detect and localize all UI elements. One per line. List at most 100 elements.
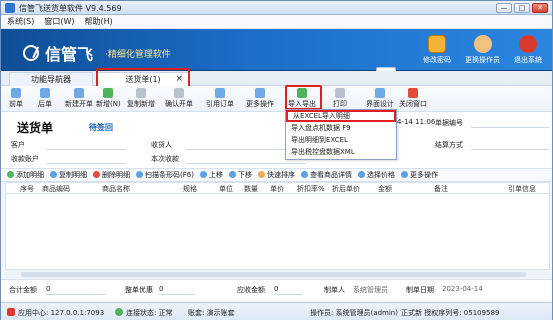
add-new-button[interactable]: 新增(N) bbox=[96, 88, 121, 109]
maker-label: 制单人 bbox=[324, 286, 345, 294]
import-export-highlight bbox=[285, 85, 322, 110]
col-product-code: 商品编码 bbox=[42, 185, 70, 193]
license-status: 正式新 授权序列号: 05109589 bbox=[401, 309, 500, 317]
discount-field[interactable] bbox=[159, 294, 195, 295]
more-detail-actions-button[interactable]: 更多操作 bbox=[400, 170, 438, 180]
maker-value: 系统管理员 bbox=[353, 286, 388, 294]
doc-status: 待签回 bbox=[89, 123, 113, 132]
this-payment-field[interactable] bbox=[186, 163, 306, 164]
order-form: 送货单 待签回 客户 收货人 收款账户 本次收款 结算方式 单据编号 4-14 … bbox=[1, 112, 552, 169]
price-icon bbox=[357, 171, 365, 178]
confirm-icon bbox=[174, 88, 184, 98]
total-field[interactable] bbox=[46, 294, 106, 295]
change-operator-button[interactable]: 更换操作员 bbox=[465, 35, 500, 65]
quick-sort-button[interactable]: 快速排序 bbox=[257, 170, 295, 180]
customer-label: 客户 bbox=[11, 141, 25, 149]
tab-highlight bbox=[96, 68, 190, 88]
customer-field[interactable] bbox=[46, 149, 126, 150]
exit-system-button[interactable]: 退出系统 bbox=[514, 35, 542, 65]
delete-detail-button[interactable]: 删除明细 bbox=[93, 170, 130, 180]
dropdown-item-export-excel[interactable]: 导出明细到EXCEL bbox=[286, 134, 396, 146]
banner-actions: 修改密码 更换操作员 退出系统 bbox=[423, 35, 542, 65]
change-password-button[interactable]: 修改密码 bbox=[423, 35, 451, 65]
exit-icon bbox=[519, 35, 537, 53]
menu-help[interactable]: 帮助(H) bbox=[84, 16, 112, 27]
doc-date-value: 4-14 11:06 bbox=[397, 118, 436, 126]
arrow-left-icon bbox=[11, 88, 21, 98]
dropdown-item-import-excel[interactable]: 从EXCEL导入明细 bbox=[286, 110, 396, 122]
tab-strip: 功能导航器 送货单(1) × bbox=[1, 71, 552, 86]
minimize-button[interactable]: — bbox=[496, 3, 512, 13]
discount-value: 0 bbox=[159, 285, 164, 293]
close-button[interactable]: ✕ bbox=[532, 3, 548, 13]
add-icon bbox=[103, 88, 114, 98]
more-actions-button[interactable]: 更多操作 bbox=[246, 88, 274, 109]
copy-new-button[interactable]: 复制新增 bbox=[127, 88, 155, 109]
close-window-button[interactable]: 关闭窗口 bbox=[399, 88, 427, 109]
due-label: 应收金额 bbox=[237, 286, 265, 294]
summary-footer: 合计金额 0 整单优惠 0 应收金额 0 制单人 系统管理员 制单日期 2023… bbox=[1, 279, 552, 301]
app-icon bbox=[5, 3, 15, 13]
more-icon bbox=[400, 171, 408, 178]
window-title: 信管飞送货单软件 V9.4.569 bbox=[19, 4, 122, 13]
arrow-up-icon bbox=[199, 171, 207, 178]
confirm-bill-button[interactable]: 确认开单 bbox=[165, 88, 193, 109]
collect-account-field[interactable] bbox=[46, 163, 126, 164]
prev-doc-button[interactable]: 前单 bbox=[9, 88, 23, 109]
dropdown-item-export-xml[interactable]: 导出税控盘数据XML bbox=[286, 146, 396, 158]
col-discounted-price: 折后单价 bbox=[332, 185, 360, 193]
doc-no-label: 单据编号 bbox=[435, 119, 463, 127]
title-bar: 信管飞送货单软件 V9.4.569 — □ ✕ bbox=[1, 1, 552, 15]
connection-status: 连接状态: 正常 bbox=[115, 308, 173, 318]
app-center-status: 应用中心: 127.0.0.1:7093 bbox=[7, 308, 104, 318]
horizontal-scrollbar[interactable] bbox=[5, 269, 550, 278]
brand-logo: 信管飞 ·精细化管理软件 bbox=[23, 41, 171, 65]
settlement-field[interactable] bbox=[471, 149, 549, 150]
grid-header: 序号 商品编码 商品名称 规格 单位 数量 单价 折扣率% 折后单价 金额 备注… bbox=[6, 183, 549, 194]
doc-no-field[interactable] bbox=[471, 127, 549, 128]
exit-system-label: 退出系统 bbox=[514, 56, 542, 64]
window-controls: — □ ✕ bbox=[496, 3, 548, 13]
collect-account-label: 收款账户 bbox=[11, 155, 39, 163]
print-button[interactable]: 打印 bbox=[333, 88, 347, 109]
view-icon bbox=[300, 171, 308, 178]
reference-order-button[interactable]: 引用订单 bbox=[206, 88, 234, 109]
main-toolbar: 前单 后单 新建开单 新增(N) 复制新增 确认开单 引用订单 更多操作 导入导… bbox=[1, 86, 552, 112]
scrollbar-thumb[interactable] bbox=[21, 272, 526, 277]
lock-icon bbox=[428, 35, 446, 53]
menu-system[interactable]: 系统(S) bbox=[7, 16, 34, 27]
col-amount: 金额 bbox=[378, 185, 392, 193]
tab-function-navigator[interactable]: 功能导航器 bbox=[9, 72, 93, 86]
layout-design-button[interactable]: 界面设计 bbox=[366, 88, 394, 109]
due-field[interactable] bbox=[274, 294, 302, 295]
brand-tagline: ·精细化管理软件 bbox=[105, 49, 171, 60]
total-label: 合计金额 bbox=[9, 286, 37, 294]
operator-status: 操作员: 系统管理员(admin) bbox=[310, 309, 398, 317]
select-price-button[interactable]: 选择价格 bbox=[357, 170, 395, 180]
add-icon bbox=[7, 171, 14, 178]
menu-window[interactable]: 窗口(W) bbox=[44, 16, 74, 27]
col-spec: 规格 bbox=[183, 185, 197, 193]
layout-icon bbox=[375, 88, 385, 98]
arrow-right-icon bbox=[40, 88, 50, 98]
brand-name: 信管飞 bbox=[45, 45, 94, 64]
copy-detail-button[interactable]: 复制明细 bbox=[50, 170, 87, 180]
col-reference-info: 引单信息 bbox=[508, 185, 536, 193]
col-unit: 单位 bbox=[219, 185, 233, 193]
discount-label: 整单优惠 bbox=[125, 286, 153, 294]
view-product-details-button[interactable]: 查看商品详情 bbox=[300, 170, 352, 180]
scan-barcode-button[interactable]: 扫描条形码(F6) bbox=[136, 170, 194, 180]
detail-grid: 序号 商品编码 商品名称 规格 单位 数量 单价 折扣率% 折后单价 金额 备注… bbox=[5, 182, 550, 270]
sort-icon bbox=[257, 171, 265, 178]
grid-body[interactable] bbox=[6, 194, 549, 270]
dropdown-item-import-inventory[interactable]: 导入盘点机数据 F9 bbox=[286, 122, 396, 134]
due-value: 0 bbox=[274, 285, 279, 293]
settlement-label: 结算方式 bbox=[435, 141, 463, 149]
move-up-button[interactable]: 上移 bbox=[199, 170, 223, 180]
col-qty: 数量 bbox=[244, 185, 258, 193]
add-detail-button[interactable]: 添加明细 bbox=[7, 170, 44, 180]
new-bill-button[interactable]: 新建开单 bbox=[65, 88, 93, 109]
move-down-button[interactable]: 下移 bbox=[228, 170, 252, 180]
maximize-button[interactable]: □ bbox=[514, 3, 530, 13]
next-doc-button[interactable]: 后单 bbox=[38, 88, 52, 109]
